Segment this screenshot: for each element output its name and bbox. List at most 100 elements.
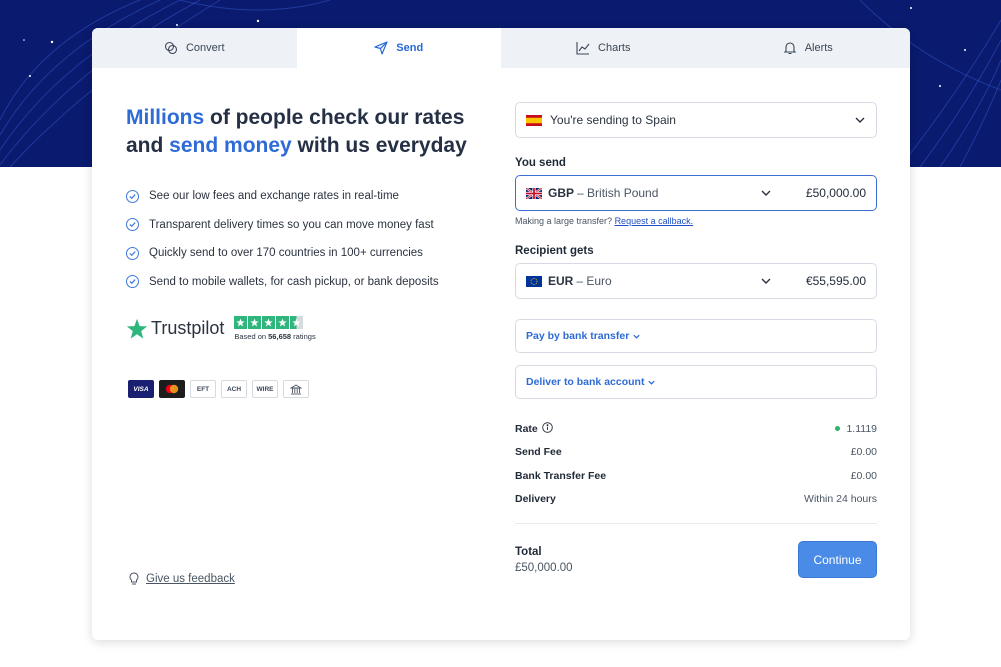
uk-flag-icon — [526, 187, 542, 199]
wire-icon: WIRE — [252, 380, 278, 398]
request-callback-link[interactable]: Request a callback. — [615, 216, 694, 226]
continue-button[interactable]: Continue — [798, 541, 877, 578]
chevron-down-icon[interactable] — [760, 275, 772, 287]
transfer-form: You're sending to Spain You send GBP – B… — [515, 102, 877, 578]
line-chart-icon — [576, 42, 590, 55]
mastercard-icon — [159, 380, 185, 398]
check-circle-icon — [126, 275, 139, 289]
send-fee-label: Send Fee — [515, 446, 562, 459]
trustpilot-badge[interactable]: Trustpilot Based on 56,658 ratings — [126, 316, 316, 341]
summary-row-delivery: Delivery Within 24 hours — [515, 488, 877, 512]
feedback-link[interactable]: Give us feedback — [128, 572, 235, 586]
rate-label: Rate — [515, 422, 538, 435]
large-transfer-note: Making a large transfer? Request a callb… — [515, 216, 877, 226]
pay-method-select[interactable]: Pay by bank transfer — [515, 319, 877, 353]
feature-text: Quickly send to over 170 countries in 10… — [149, 247, 423, 260]
tab-convert[interactable]: Convert — [92, 28, 297, 68]
destination-country: Spain — [645, 113, 676, 127]
bank-fee-label: Bank Transfer Fee — [515, 469, 607, 482]
eft-icon: EFT — [190, 380, 216, 398]
send-fee-value: £0.00 — [850, 446, 877, 459]
send-currency-code: GBP — [548, 186, 575, 200]
headline: Millions of people check our rates and s… — [126, 104, 486, 160]
tab-charts-label: Charts — [598, 42, 631, 54]
divider — [515, 523, 877, 524]
spain-flag-icon — [526, 114, 542, 126]
send-amount-field[interactable]: GBP – British Pound £50,000.00 — [515, 175, 877, 211]
ach-icon: ACH — [221, 380, 247, 398]
ratings-word: ratings — [291, 332, 316, 341]
receive-amount-field[interactable]: EUR – Euro €55,595.00 — [515, 263, 877, 299]
receive-amount-value[interactable]: €55,595.00 — [806, 274, 866, 288]
tab-alerts-label: Alerts — [804, 42, 833, 54]
feature-item: Transparent delivery times so you can mo… — [126, 211, 486, 240]
trustpilot-logo: Trustpilot — [126, 318, 224, 340]
delivery-method-select[interactable]: Deliver to bank account — [515, 365, 877, 399]
rate-value: 1.1119 — [846, 422, 877, 435]
lightbulb-icon — [129, 572, 139, 585]
send-money-card: Convert Send Charts Alerts Millions of p… — [92, 28, 910, 640]
chevron-down-icon — [855, 117, 865, 123]
feature-text: See our low fees and exchange rates in r… — [149, 190, 399, 203]
chevron-down-icon — [633, 334, 640, 339]
rating-count: 56,658 — [268, 332, 292, 341]
summary-row-send-fee: Send Fee £0.00 — [515, 441, 877, 465]
large-transfer-text: Making a large transfer? — [515, 216, 615, 226]
info-icon[interactable] — [542, 421, 553, 436]
you-send-label: You send — [515, 157, 566, 169]
feature-text: Send to mobile wallets, for cash pickup,… — [149, 275, 439, 288]
payment-methods: VISA EFT ACH WIRE — [128, 380, 309, 398]
check-circle-icon — [126, 218, 139, 232]
summary-row-bank-fee: Bank Transfer Fee £0.00 — [515, 464, 877, 488]
total-label: Total — [515, 545, 542, 558]
receive-currency-code: EUR — [548, 274, 574, 288]
feature-item: Send to mobile wallets, for cash pickup,… — [126, 268, 486, 297]
coins-icon — [164, 41, 178, 55]
pay-method-label: Pay by bank transfer — [526, 330, 630, 342]
tab-alerts[interactable]: Alerts — [706, 28, 911, 68]
total-section: Total £50,000.00 Continue — [515, 541, 877, 578]
trustpilot-star-icon — [126, 318, 148, 339]
visa-icon: VISA — [128, 380, 154, 398]
bank-fee-value: £0.00 — [850, 469, 877, 482]
delivery-value: Within 24 hours — [804, 493, 877, 506]
trustpilot-name: Trustpilot — [151, 318, 225, 338]
marketing-panel: Millions of people check our rates and s… — [126, 104, 486, 296]
star-icon — [262, 316, 276, 329]
tab-send[interactable]: Send — [296, 28, 501, 68]
delivery-method-label: Deliver to bank account — [526, 376, 645, 388]
delivery-label: Delivery — [515, 493, 556, 506]
trustpilot-rating-count: Based on 56,658 ratings — [234, 332, 315, 341]
headline-highlight-1: Millions — [126, 106, 205, 129]
chevron-down-icon[interactable] — [760, 187, 772, 199]
summary-row-rate: Rate 1.1119 — [515, 417, 877, 441]
chevron-down-icon — [648, 380, 656, 385]
star-half-icon — [290, 316, 304, 329]
destination-prefix: You're sending to — [550, 113, 642, 127]
tab-convert-label: Convert — [185, 42, 225, 54]
based-on-text: Based on — [234, 332, 269, 341]
trustpilot-rating: Based on 56,658 ratings — [234, 316, 316, 341]
paper-plane-icon — [374, 41, 388, 55]
headline-highlight-2: send money — [169, 134, 292, 157]
headline-text-2: with us everyday — [291, 134, 467, 157]
bell-icon — [783, 42, 797, 55]
total-value: £50,000.00 — [515, 561, 573, 574]
feedback-link-text[interactable]: Give us feedback — [146, 573, 235, 585]
transfer-summary: Rate 1.1119 Send Fee £0.00 Bank Transfer… — [515, 417, 877, 511]
check-circle-icon — [126, 246, 139, 260]
trustpilot-stars — [234, 316, 315, 329]
star-icon — [276, 316, 290, 329]
send-amount-value[interactable]: £50,000.00 — [806, 186, 866, 200]
feature-item: See our low fees and exchange rates in r… — [126, 182, 486, 211]
feature-item: Quickly send to over 170 countries in 10… — [126, 239, 486, 268]
receive-currency-name: – Euro — [576, 274, 612, 288]
recipient-gets-label: Recipient gets — [515, 245, 594, 257]
star-icon — [234, 316, 248, 329]
tab-charts[interactable]: Charts — [501, 28, 706, 68]
tab-bar: Convert Send Charts Alerts — [92, 28, 910, 68]
send-currency-name: – British Pound — [577, 186, 659, 200]
bank-icon — [283, 380, 309, 398]
destination-country-select[interactable]: You're sending to Spain — [515, 102, 877, 138]
rate-live-dot — [835, 426, 841, 432]
